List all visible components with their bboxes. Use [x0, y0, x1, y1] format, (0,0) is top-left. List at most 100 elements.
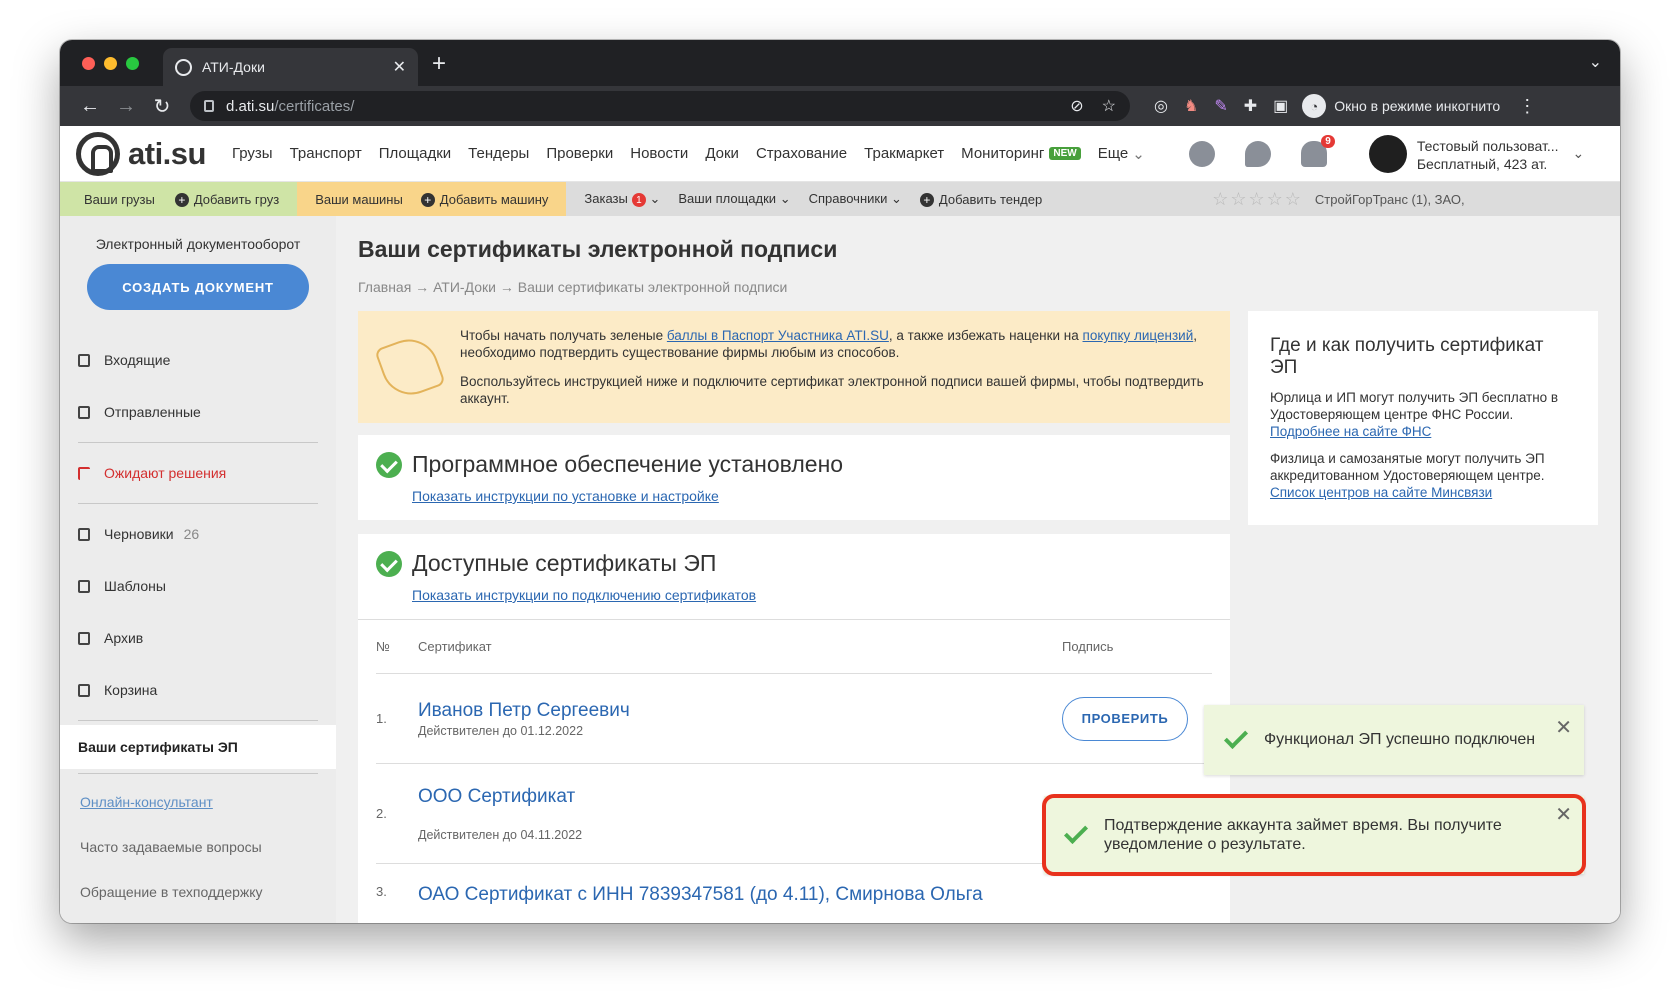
sidebar-item-drafts[interactable]: Черновики 26 — [60, 508, 336, 560]
address-bar[interactable]: d.ati.su/certificates/ ⊘ ☆ — [190, 91, 1130, 121]
sidebar-item-templates[interactable]: Шаблоны — [60, 560, 336, 612]
your-cargo-link[interactable]: Ваши грузы — [84, 192, 155, 207]
nav-insurance[interactable]: Страхование — [756, 145, 847, 163]
extensions-puzzle-icon[interactable]: ✚ — [1244, 96, 1257, 116]
nav-sites[interactable]: Площадки — [379, 145, 451, 163]
sidebar-item-awaiting[interactable]: Ожидают решения — [60, 447, 336, 499]
sidebar-item-sent[interactable]: Отправленные — [60, 386, 336, 438]
side-card-title: Где и как получить сертификат ЭП — [1270, 335, 1544, 378]
ati-logo-mark-icon — [76, 131, 120, 176]
certificates-title: Доступные сертификаты ЭП — [412, 550, 717, 576]
divider — [78, 720, 318, 721]
messages-icon[interactable] — [1244, 140, 1271, 167]
add-truck-link[interactable]: + Добавить машину — [420, 191, 549, 207]
rating-stars-icon: ☆☆☆☆☆ — [1212, 188, 1303, 209]
create-document-button[interactable]: Создать документ — [87, 264, 309, 310]
breadcrumb[interactable]: Главная → АТИ-Доки → Ваши сертификаты эл… — [358, 279, 1598, 295]
download-icon — [78, 353, 90, 367]
certificate-name-link[interactable]: ОАО Сертификат с ИНН 7839347581 (до 4.11… — [418, 884, 1062, 906]
nav-monitoring[interactable]: Мониторинг NEW — [961, 145, 1081, 163]
toast-message: Функционал ЭП успешно подключен — [1264, 731, 1536, 748]
chevron-down-icon: ⌄ — [890, 191, 902, 206]
side-panel-icon[interactable]: ▣ — [1273, 96, 1288, 116]
nav-checks[interactable]: Проверки — [546, 145, 613, 163]
your-sites-label: Ваши площадки — [678, 191, 777, 206]
maximize-window-button[interactable] — [126, 57, 139, 70]
certificate-name-link[interactable]: ООО Сертификат — [418, 786, 1062, 808]
add-tender-link[interactable]: + Добавить тендер — [919, 192, 1042, 207]
toast-message: Подтверждение аккаунта займет время. Вы … — [1104, 817, 1502, 853]
certificate-name-link[interactable]: Иванов Петр Сергеевич — [418, 700, 1062, 722]
eye-off-icon[interactable]: ⊘ — [1070, 96, 1083, 116]
extension-character-icon[interactable]: ♞ — [1184, 96, 1198, 116]
incognito-label: Окно в режиме инкогнито — [1334, 98, 1501, 114]
tab-search-chevron-icon[interactable]: ⌄ — [1589, 52, 1602, 72]
close-icon[interactable]: ✕ — [1555, 805, 1572, 825]
close-window-button[interactable] — [82, 57, 95, 70]
firm-name[interactable]: СтройГорТранс (1), ЗАО, — [1315, 192, 1465, 207]
sidebar-item-certificates[interactable]: Ваши сертификаты ЭП — [60, 725, 336, 769]
ati-logo[interactable]: ati.su — [76, 131, 206, 176]
archive-icon — [78, 631, 90, 645]
url-host: d.ati.su — [226, 97, 275, 115]
faq-link[interactable]: Часто задаваемые вопросы — [60, 824, 336, 869]
references-label: Справочники — [808, 191, 888, 206]
close-icon[interactable]: ✕ — [1555, 715, 1572, 740]
sidebar-item-archive[interactable]: Архив — [60, 612, 336, 664]
avatar — [1368, 134, 1407, 173]
passport-points-link[interactable]: баллы в Паспорт Участника ATI.SU — [667, 328, 889, 343]
license-purchase-link[interactable]: покупку лицензий — [1083, 328, 1194, 343]
connect-instructions-link[interactable]: Показать инструкции по подключению серти… — [412, 587, 1212, 603]
extension-target-icon[interactable]: ◎ — [1154, 96, 1168, 116]
check-circle-icon — [376, 451, 402, 478]
user-plan: Бесплатный, — [1416, 155, 1500, 172]
reload-icon[interactable]: ↻ — [144, 94, 180, 119]
nav-news[interactable]: Новости — [630, 145, 688, 163]
sidebar-item-label: Архив — [104, 630, 144, 646]
minimize-window-button[interactable] — [104, 57, 117, 70]
nav-tenders[interactable]: Тендеры — [468, 145, 529, 163]
online-consultant-link[interactable]: Онлайн-консультант — [60, 780, 336, 824]
ministry-centers-link[interactable]: Список центров на сайте Минсвязи — [1270, 485, 1492, 500]
browser-menu-icon[interactable]: ⋮ — [1518, 96, 1536, 117]
sidebar: Электронный документооборот Создать доку… — [60, 216, 336, 923]
sidebar-item-incoming[interactable]: Входящие — [60, 334, 336, 386]
nav-transport[interactable]: Транспорт — [290, 145, 362, 163]
nav-more[interactable]: Еще ⌄ — [1098, 145, 1145, 163]
install-instructions-link[interactable]: Показать инструкции по установке и настр… — [412, 488, 1212, 504]
notifications-icon[interactable]: 9 — [1300, 134, 1335, 167]
browser-tab[interactable]: АТИ-Доки ✕ — [163, 48, 418, 86]
url-path: /certificates/ — [274, 97, 355, 115]
nav-docs[interactable]: Доки — [705, 145, 739, 163]
col-num: № — [376, 639, 390, 654]
add-cargo-link[interactable]: + Добавить груз — [174, 192, 279, 207]
user-profile[interactable]: Тестовый пользоват... Бесплатный, 423 ат… — [1368, 134, 1584, 173]
references-menu[interactable]: Справочники ⌄ — [809, 191, 902, 207]
fns-link[interactable]: Подробнее на сайте ФНС — [1270, 424, 1431, 439]
row-num: 2. — [376, 806, 387, 821]
back-icon[interactable]: ← — [72, 95, 108, 118]
notice-text: Чтобы начать получать зеленые — [460, 328, 667, 343]
nav-truckmarket[interactable]: Тракмаркет — [864, 145, 944, 163]
incognito-indicator[interactable]: ◔ Окно в режиме инкогнито — [1302, 94, 1500, 118]
verify-button[interactable]: Проверить — [1062, 696, 1188, 741]
extension-feather-icon[interactable]: ✎ — [1214, 96, 1227, 116]
chevron-down-icon: ⌄ — [779, 191, 791, 206]
nav-cargo[interactable]: Грузы — [232, 145, 273, 163]
new-tab-button[interactable]: + — [432, 50, 446, 78]
flag-icon — [78, 466, 90, 480]
success-toast: Функционал ЭП успешно подключен ✕ — [1204, 705, 1584, 775]
user-search-icon[interactable] — [1188, 140, 1215, 167]
your-trucks-link[interactable]: Ваши машины — [315, 192, 403, 207]
sidebar-item-trash[interactable]: Корзина — [60, 664, 336, 716]
close-tab-icon[interactable]: ✕ — [393, 57, 406, 77]
add-truck-label: Добавить машину — [439, 191, 549, 207]
forward-icon[interactable]: → — [108, 95, 144, 118]
trucks-section: Ваши машины + Добавить машину — [297, 182, 567, 216]
bookmark-star-icon[interactable]: ☆ — [1102, 96, 1116, 116]
your-sites-menu[interactable]: Ваши площадки ⌄ — [678, 191, 790, 207]
user-name: Тестовый пользоват... — [1416, 137, 1559, 154]
orders-menu[interactable]: Заказы 1 ⌄ — [584, 191, 660, 208]
file-icon — [78, 579, 90, 593]
support-link[interactable]: Обращение в техподдержку — [60, 869, 336, 914]
